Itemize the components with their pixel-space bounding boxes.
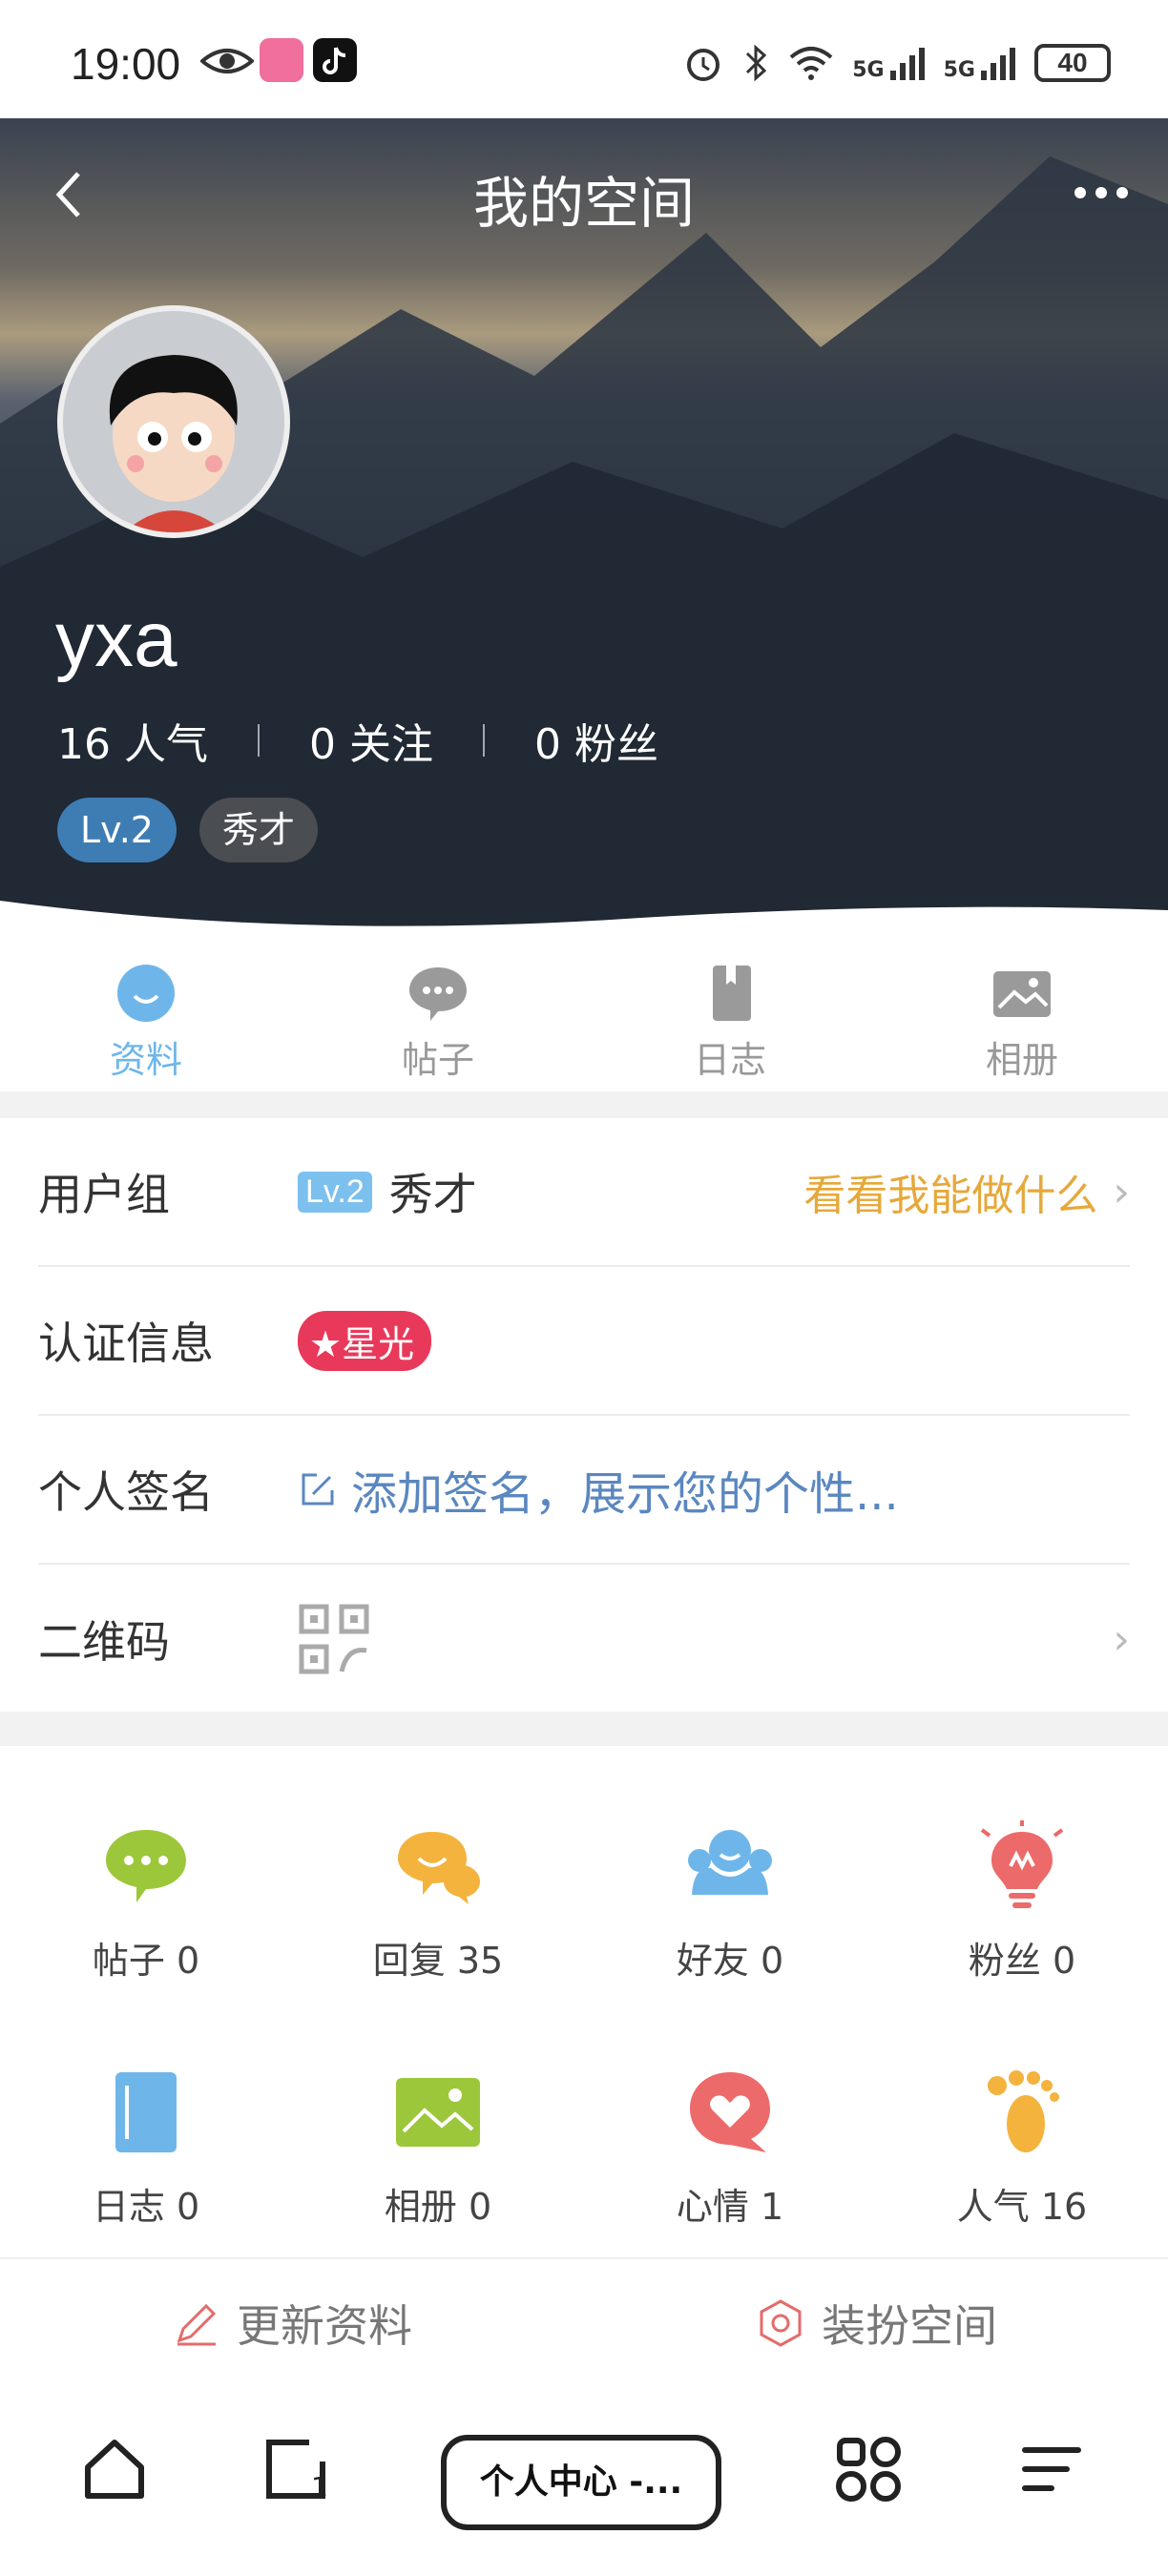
reply-bubbles-icon [398,1832,480,1904]
my-space-page: 19:00 5G 5G 40 我的空间 yxa 16 人气 0 关注 0 粉丝 … [0,0,1168,2576]
smile-icon [117,965,175,1022]
menu-icon[interactable] [1017,2435,1086,2503]
profile-tabs: 资料 帖子 日志 相册 [0,948,1168,1091]
heart-bubble-icon [690,2072,770,2152]
browser-bottom-bar: 1 个人中心 -... [0,2387,1168,2576]
fans-stat[interactable]: 0 粉丝 [534,710,658,771]
page-title: 我的空间 [472,171,695,236]
profile-badges: Lv.2 秀才 [57,798,318,862]
tab-posts[interactable]: 帖子 [292,948,584,1091]
qrcode-row[interactable]: 二维码 › [38,1565,1130,1714]
grid-item-diary[interactable]: 日志 0 [0,2065,292,2230]
tiktok-icon [313,38,357,82]
notebook-icon [713,966,751,1021]
signature-row[interactable]: 个人签名 添加签名，展示您的个性... [38,1416,1130,1565]
chevron-right-icon: › [1113,1614,1130,1664]
chevron-right-icon: › [1113,1167,1130,1216]
bilibili-icon [260,38,303,82]
hexagon-icon [760,2299,802,2347]
signal-5g-2-icon: 5G [944,44,1017,82]
avatar[interactable] [57,305,290,538]
what-can-i-do-link[interactable]: 看看我能做什么 › [803,1161,1130,1222]
qrcode-icon [299,1604,369,1674]
photo-icon [396,2078,480,2147]
notebook-icon [115,2072,177,2152]
tab-profile[interactable]: 资料 [0,948,292,1091]
section-gap [0,1091,1168,1118]
grid-item-fans[interactable]: 粉丝 0 [876,1818,1168,1984]
battery-icon: 40 [1034,44,1111,82]
rank-badge: 秀才 [198,798,318,862]
status-icons: 5G 5G 40 [682,42,1111,84]
tabs-count-icon[interactable]: 1 [261,2435,330,2503]
section-gap [0,1712,1168,1746]
photo-icon [993,971,1051,1017]
add-signature-link[interactable]: 添加签名，展示您的个性... [298,1456,899,1523]
current-tab-pill[interactable]: 个人中心 -... [441,2435,721,2530]
activity-grid: 帖子 0 回复 35 好友 0 粉丝 0 日志 0 相册 0 心情 1 人气 1… [0,1746,1168,2257]
stat-divider [483,724,485,757]
grid-item-album[interactable]: 相册 0 [292,2065,584,2230]
status-bar: 19:00 5G 5G 40 [0,0,1168,118]
stat-divider [258,724,260,757]
popularity-stat[interactable]: 16 人气 [57,710,208,771]
chat-bubble-icon [106,1830,186,1902]
grid-item-popularity[interactable]: 人气 16 [876,2065,1168,2230]
tab-album[interactable]: 相册 [876,948,1168,1091]
chat-bubble-icon [409,967,467,1021]
grid-item-friends[interactable]: 好友 0 [584,1818,876,1984]
eye-icon [200,49,254,73]
level-badge: Lv.2 [57,798,177,862]
wave-divider [0,901,1168,948]
edit-icon [302,1473,334,1506]
svg-text:1: 1 [311,2471,328,2503]
level-tag: Lv.2 [298,1171,372,1213]
tab-diary[interactable]: 日志 [584,948,876,1091]
footprint-icon [988,2070,1059,2152]
user-group-row[interactable]: 用户组 Lv.2 秀才 看看我能做什么 › [38,1118,1130,1267]
grid-item-mood[interactable]: 心情 1 [584,2065,876,2230]
home-icon[interactable] [80,2435,149,2503]
update-profile-button[interactable]: 更新资料 [0,2259,584,2387]
status-time: 19:00 [71,39,181,89]
grid-item-posts[interactable]: 帖子 0 [0,1818,292,1984]
alarm-icon [687,49,720,81]
profile-info-list: 用户组 Lv.2 秀才 看看我能做什么 › 认证信息 ★星光 个人签名 添加签名… [0,1118,1168,1712]
username: yxa [55,596,177,683]
signal-5g-1-icon: 5G [852,44,926,82]
profile-header: 我的空间 yxa 16 人气 0 关注 0 粉丝 Lv.2 秀才 [0,118,1168,948]
wifi-icon [789,47,833,80]
action-bar: 更新资料 装扮空间 [0,2257,1168,2387]
more-icon[interactable] [1073,185,1130,200]
friends-icon [688,1830,772,1895]
apps-grid-icon[interactable] [834,2435,903,2503]
grid-item-replies[interactable]: 回复 35 [292,1818,584,1984]
auth-info-row: 认证信息 ★星光 [38,1267,1130,1416]
starlight-badge[interactable]: ★星光 [298,1310,432,1371]
profile-stats: 16 人气 0 关注 0 粉丝 [57,710,658,771]
pencil-icon [177,2303,217,2346]
following-stat[interactable]: 0 关注 [309,710,433,771]
bluetooth-icon [746,44,767,82]
user-group-value: 秀才 [388,1169,477,1220]
lightbulb-icon [980,1820,1064,1908]
decorate-space-button[interactable]: 装扮空间 [584,2259,1168,2387]
